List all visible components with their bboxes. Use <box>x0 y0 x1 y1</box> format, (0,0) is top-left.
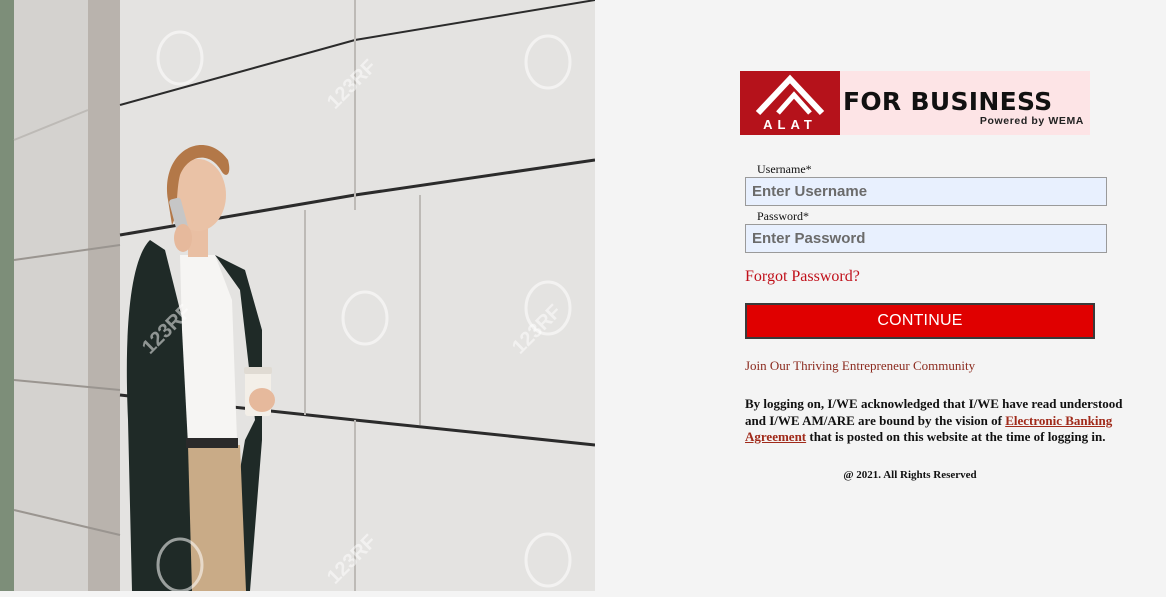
alat-logo-mark: ALAT <box>740 71 840 135</box>
continue-button[interactable]: CONTINUE <box>745 303 1095 339</box>
username-label: Username* <box>757 162 812 176</box>
terms-disclaimer: By logging on, I/WE acknowledged that I/… <box>745 396 1140 446</box>
password-input[interactable] <box>745 224 1107 253</box>
alat-triangle-icon <box>755 74 825 116</box>
join-community-link[interactable]: Join Our Thriving Entrepreneur Community <box>745 358 975 374</box>
forgot-password-link[interactable]: Forgot Password? <box>745 268 860 286</box>
logo-title: FOR BUSINESS <box>843 87 1053 116</box>
hero-photo: 123RF 123RF 123RF 123RF <box>0 0 595 591</box>
hero-photo-illustration: 123RF 123RF 123RF 123RF <box>0 0 595 591</box>
copyright-footer: @ 2021. All Rights Reserved <box>843 469 977 481</box>
logo-subtitle: Powered by WEMA <box>979 115 1084 127</box>
disclaimer-text-after: that is posted on this website at the ti… <box>806 429 1106 444</box>
password-label: Password* <box>757 209 810 223</box>
alat-business-logo: ALAT FOR BUSINESS Powered by WEMA <box>740 71 1090 135</box>
username-input[interactable] <box>745 177 1107 206</box>
logo-word: ALAT <box>763 117 817 132</box>
